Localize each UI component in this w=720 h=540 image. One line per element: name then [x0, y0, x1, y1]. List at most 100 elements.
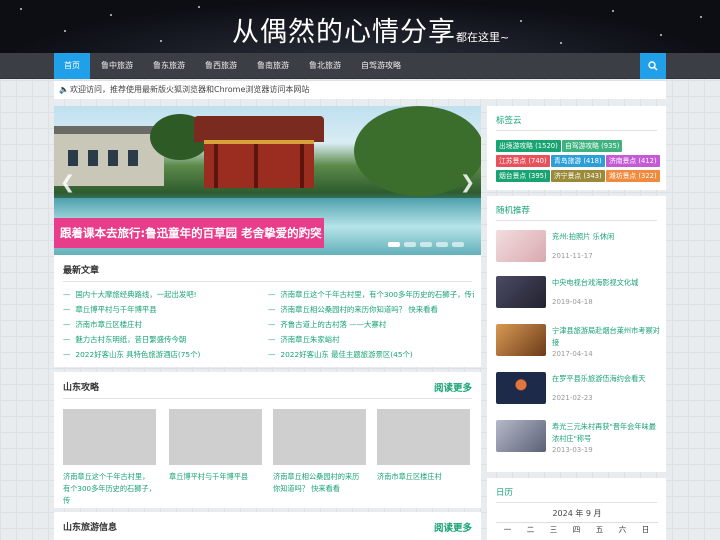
- article-thumbnail[interactable]: [273, 409, 366, 465]
- calendar-month: 2024 年 9 月: [552, 509, 602, 518]
- star-decoration: [110, 14, 112, 16]
- slide-column: [254, 144, 258, 188]
- recommend-item[interactable]: 中央电视台戏海影视文化城 2019-04-18: [496, 276, 656, 314]
- recommend-item[interactable]: 兖州:拍照片 乐休闲 2011-11-17: [496, 230, 656, 268]
- recommend-title[interactable]: 在罗平县乐旅游伍海约会看天: [552, 373, 662, 385]
- recommend-title[interactable]: 兖州:拍照片 乐休闲: [552, 231, 662, 243]
- latest-articles-panel: 最新文章 国内十大摩旅经典路线，一起出发吧! 章丘博平村与千年博平县 济南市章丘…: [54, 255, 481, 367]
- chevron-left-icon[interactable]: ❮: [60, 172, 75, 193]
- speaker-icon: 🔈: [59, 85, 69, 94]
- weekday-label: 四: [572, 525, 581, 534]
- star-decoration: [560, 42, 562, 44]
- slider-dot[interactable]: [388, 242, 400, 247]
- slide-caption[interactable]: 跟着课本去旅行:鲁迅童年的百草园 老舍挚爱的趵突泉: [54, 218, 324, 270]
- article-link[interactable]: 济南章丘这个千年古村里，有个300多年历史的石狮子，传说很: [268, 288, 474, 302]
- slide-column: [214, 144, 218, 188]
- article-link[interactable]: 2022好客山东 具特色旅游酒店(75个): [63, 348, 263, 362]
- recommend-thumbnail[interactable]: [496, 230, 546, 262]
- article-link[interactable]: 齐鲁古道上的古村落 ——大寨村: [268, 318, 474, 332]
- notice-text: 欢迎访问，推荐使用最新版火狐浏览器和Chrome浏览器访问本网站: [70, 85, 310, 94]
- tag-link[interactable]: 烟台景点 (395): [496, 170, 550, 182]
- recommend-title[interactable]: 寿光三元朱村再获"晋年会年味最浓村庄"称号: [552, 421, 662, 445]
- slide-window: [108, 150, 118, 166]
- search-icon: [648, 61, 658, 71]
- slider-dot[interactable]: [452, 242, 464, 247]
- read-more-link[interactable]: 阅读更多: [434, 380, 472, 394]
- recommend-item[interactable]: 在罗平县乐旅游伍海约会看天 2021-02-23: [496, 372, 656, 410]
- divider: [63, 398, 472, 399]
- star-decoration: [20, 8, 22, 10]
- chevron-right-icon[interactable]: ❯: [460, 172, 475, 193]
- shandong-title: 山东攻略: [63, 383, 100, 393]
- recommend-thumbnail[interactable]: [496, 420, 546, 452]
- article-caption[interactable]: 济南章丘这个千年古村里，有个300多年历史的石狮子，传: [63, 471, 156, 507]
- weekday-label: 六: [618, 525, 627, 534]
- star-decoration: [612, 10, 614, 12]
- article-link[interactable]: 济南章丘朱家峪村: [268, 333, 474, 347]
- site-title[interactable]: 从偶然的心情分享都在这里~: [232, 10, 509, 49]
- shandong-guide-panel: 山东攻略 阅读更多 济南章丘这个千年古村里，有个300多年历史的石狮子，传 章丘…: [54, 372, 481, 508]
- article-thumbnail[interactable]: [63, 409, 156, 465]
- weekday-label: 五: [595, 525, 604, 534]
- recommend-title[interactable]: 中央电视台戏海影视文化城: [552, 277, 662, 289]
- article-caption[interactable]: 济南章丘相公桑园村的来历你知道吗？ 快来看看: [273, 471, 366, 495]
- site-subtitle: 都在这里~: [456, 31, 510, 44]
- random-title: 随机推荐: [496, 206, 531, 216]
- recommend-date: 2017-04-14: [552, 350, 593, 358]
- weekday-label: 一: [503, 525, 512, 534]
- nav-item-lubei[interactable]: 鲁北旅游: [302, 53, 348, 79]
- recommend-thumbnail[interactable]: [496, 324, 546, 356]
- tag-link[interactable]: 青岛旅游 (418): [551, 155, 605, 167]
- main-nav: 首页 鲁中旅游 鲁东旅游 鲁西旅游 鲁南旅游 鲁北旅游 自驾游攻略: [0, 53, 720, 79]
- random-recommend-panel: 随机推荐 兖州:拍照片 乐休闲 2011-11-17 中央电视台戏海影视文化城 …: [487, 196, 666, 472]
- recommend-item[interactable]: 寿光三元朱村再获"晋年会年味最浓村庄"称号 2013-03-19: [496, 420, 656, 466]
- calendar-title: 日历: [496, 488, 514, 498]
- tag-link[interactable]: 自驾游攻略 (935): [562, 140, 623, 152]
- recommend-date: 2019-04-18: [552, 298, 593, 306]
- calendar-panel: 日历 2024 年 9 月 一 二 三 四 五 六 日: [487, 478, 666, 540]
- nav-item-luzhong[interactable]: 鲁中旅游: [94, 53, 140, 79]
- nav-item-selfdrive[interactable]: 自驾游攻略: [354, 53, 408, 79]
- slide-window: [68, 150, 78, 166]
- article-link[interactable]: 济南市章丘区楼庄村: [63, 318, 263, 332]
- slide-window: [88, 150, 98, 166]
- nav-item-lunan[interactable]: 鲁南旅游: [250, 53, 296, 79]
- read-more-link[interactable]: 阅读更多: [434, 520, 472, 534]
- site-title-text[interactable]: 从偶然的心情分享: [232, 17, 456, 48]
- nav-item-ludong[interactable]: 鲁东旅游: [146, 53, 192, 79]
- divider: [63, 281, 472, 282]
- search-button[interactable]: [640, 53, 666, 79]
- site-header: 从偶然的心情分享都在这里~: [0, 0, 720, 53]
- notice-bar: 🔈欢迎访问，推荐使用最新版火狐浏览器和Chrome浏览器访问本网站: [54, 81, 666, 99]
- weekday-label: 三: [549, 525, 558, 534]
- recommend-item[interactable]: 宁津县旅游局赴烟台莱州市考察对接 2017-04-14: [496, 324, 660, 368]
- article-thumbnail[interactable]: [169, 409, 262, 465]
- slide-window: [128, 150, 138, 166]
- slider-dot[interactable]: [436, 242, 448, 247]
- nav-item-luxi[interactable]: 鲁西旅游: [198, 53, 244, 79]
- article-link[interactable]: 魅力古村东明纸，昔日繁盛传今朝: [63, 333, 263, 347]
- slider-dot[interactable]: [404, 242, 416, 247]
- recommend-title[interactable]: 宁津县旅游局赴烟台莱州市考察对接: [552, 325, 662, 349]
- article-thumbnail[interactable]: [377, 409, 470, 465]
- tag-link[interactable]: 潍坊景点 (322): [606, 170, 660, 182]
- article-link[interactable]: 章丘博平村与千年博平县: [63, 303, 263, 317]
- nav-item-home[interactable]: 首页: [54, 53, 90, 79]
- article-caption[interactable]: 章丘博平村与千年博平县: [169, 471, 262, 483]
- tag-cloud-title: 标签云: [496, 116, 522, 126]
- article-caption[interactable]: 济南市章丘区楼庄村: [377, 471, 470, 483]
- divider: [496, 502, 657, 503]
- tag-link[interactable]: 出境游攻略 (1520): [496, 140, 561, 152]
- tag-link[interactable]: 济宁景点 (343): [551, 170, 605, 182]
- slider-dot[interactable]: [420, 242, 432, 247]
- travel-info-panel: 山东旅游信息 阅读更多: [54, 512, 481, 540]
- article-link[interactable]: 济南章丘相公桑园村的来历你知道吗？ 快来看看: [268, 303, 474, 317]
- recommend-date: 2021-02-23: [552, 394, 593, 402]
- tag-link[interactable]: 江苏景点 (740): [496, 155, 550, 167]
- article-link[interactable]: 国内十大摩旅经典路线，一起出发吧!: [63, 288, 263, 302]
- recommend-thumbnail[interactable]: [496, 276, 546, 308]
- star-decoration: [700, 16, 702, 18]
- tag-link[interactable]: 济南景点 (412): [606, 155, 660, 167]
- recommend-thumbnail[interactable]: [496, 372, 546, 404]
- article-link[interactable]: 2022好客山东 最佳主题旅游景区(45个): [268, 348, 474, 362]
